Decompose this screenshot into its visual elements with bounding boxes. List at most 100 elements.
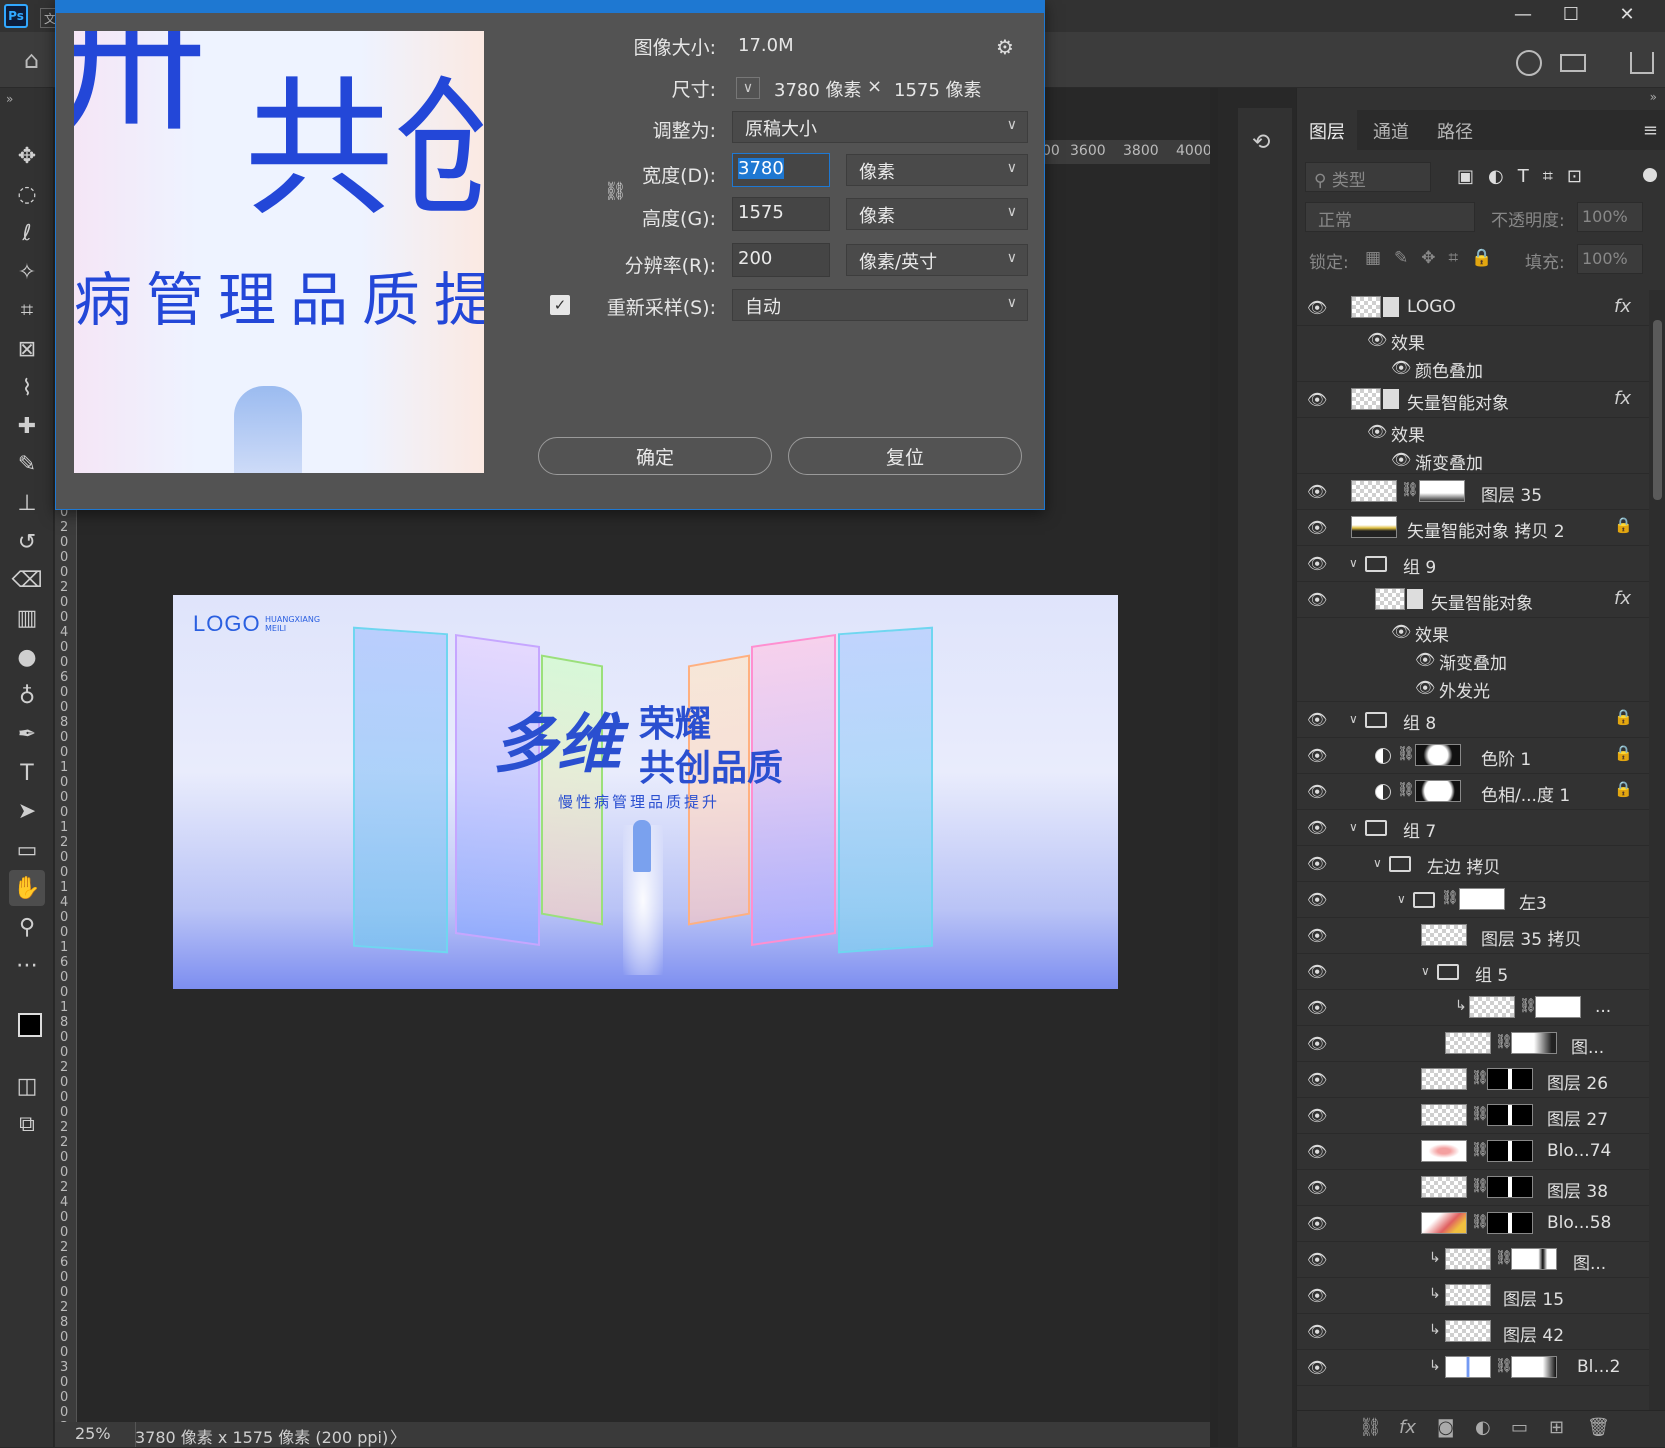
layer-name[interactable]: 图层 27 [1547,1105,1608,1130]
visibility-eye-icon[interactable]: 👁 [1391,358,1413,377]
dimensions-chevron-icon[interactable]: ∨ [736,77,760,99]
adjustment-icon[interactable]: ◐ [1475,1417,1491,1438]
layer-effect-row[interactable]: 👁 渐变叠加 [1297,646,1649,674]
layer-mask-thumbnail[interactable] [1487,1176,1533,1198]
layer-name[interactable]: Blo...58 [1547,1213,1611,1233]
panel-menu-icon[interactable]: ≡ [1643,120,1658,141]
visibility-eye-icon[interactable]: 👁 [1307,482,1329,501]
layer-effect-row[interactable]: 👁 渐变叠加 [1297,446,1649,474]
width-unit-select[interactable]: 像素 ∨ [846,154,1028,186]
fx-icon[interactable]: fx [1614,388,1631,409]
layer-name[interactable]: 图层 38 [1547,1177,1608,1202]
fit-to-select[interactable]: 原稿大小 ∨ [732,111,1028,143]
layer-row[interactable]: 👁 ⛓ 图层 26 [1297,1062,1649,1098]
height-unit-select[interactable]: 像素 ∨ [846,198,1028,230]
layer-name[interactable]: 矢量智能对象 [1407,389,1509,414]
layer-mask-thumbnail[interactable] [1535,996,1581,1018]
maximize-button[interactable]: ☐ [1545,0,1597,28]
visibility-eye-icon[interactable]: 👁 [1391,450,1413,469]
layer-name[interactable]: 矢量智能对象 拷贝 2 [1407,517,1565,542]
trash-icon[interactable]: 🗑 [1587,1417,1610,1438]
brush-tool-icon[interactable]: ✎ [9,446,45,482]
chevron-down-icon[interactable]: ∨ [1397,892,1406,906]
close-button[interactable]: ✕ [1601,0,1653,28]
visibility-eye-icon[interactable]: 👁 [1307,1250,1329,1269]
mask-icon[interactable]: ◙ [1437,1417,1454,1438]
height-input[interactable]: 1575 [732,197,830,231]
tab-paths[interactable]: 路径 [1425,110,1485,150]
move-tool-icon[interactable]: ✥ [9,138,45,174]
layer-effect-row[interactable]: 👁 效果 [1297,418,1649,446]
visibility-eye-icon[interactable]: 👁 [1307,390,1329,409]
layer-name[interactable]: 图层 15 [1503,1285,1564,1310]
layer-mask-thumbnail[interactable] [1511,1248,1557,1270]
layer-list-scrollbar[interactable] [1649,290,1665,1410]
layer-mask-thumbnail[interactable] [1511,1356,1557,1378]
layer-name[interactable]: 矢量智能对象 [1431,589,1533,614]
layer-name[interactable]: ... [1595,997,1611,1017]
visibility-eye-icon[interactable]: 👁 [1415,650,1437,669]
lock-icons[interactable]: ▦✎✥⌗🔒 [1365,248,1505,268]
resolution-input[interactable]: 200 [732,243,830,277]
layer-row[interactable]: 👁 ↳ ⛓ Bl...2 [1297,1350,1649,1386]
workspace-icon[interactable] [1560,54,1586,72]
visibility-eye-icon[interactable]: 👁 [1307,1106,1329,1125]
home-icon[interactable]: ⌂ [24,46,54,74]
hand-tool-icon[interactable]: ✋ [9,870,45,906]
visibility-eye-icon[interactable]: 👁 [1307,298,1329,317]
share-icon[interactable] [1630,52,1654,74]
layer-mask-thumbnail[interactable] [1487,1104,1533,1126]
layer-group-row[interactable]: 👁 ∨ 左边 拷贝 [1297,846,1649,882]
dialog-titlebar[interactable] [56,1,1044,13]
layer-mask-thumbnail[interactable] [1419,480,1465,502]
layer-name[interactable]: 左3 [1519,889,1547,914]
layer-name[interactable]: 色阶 1 [1481,745,1531,770]
chevron-down-icon[interactable]: ∨ [1373,856,1382,870]
layer-row[interactable]: 👁 ⛓ 色相/...度 1 🔒 [1297,774,1649,810]
visibility-eye-icon[interactable]: 👁 [1307,926,1329,945]
layer-name[interactable]: 图层 35 拷贝 [1481,925,1581,950]
marquee-tool-icon[interactable]: ◌ [9,176,45,212]
zoom-level[interactable]: 25% [75,1424,111,1443]
layer-effect-row[interactable]: 👁 外发光 [1297,674,1649,702]
layer-name[interactable]: 色相/...度 1 [1481,781,1570,806]
frame-tool-icon[interactable]: ⊠ [9,331,45,367]
visibility-eye-icon[interactable]: 👁 [1307,1286,1329,1305]
visibility-eye-icon[interactable]: 👁 [1367,422,1389,441]
layer-effect-row[interactable]: 👁 效果 [1297,618,1649,646]
collapse-icon[interactable]: » [6,92,13,106]
pen-tool-icon[interactable]: ✒ [9,716,45,752]
magic-wand-icon[interactable]: ✧ [9,254,45,290]
search-icon[interactable] [1516,50,1542,76]
visibility-eye-icon[interactable]: 👁 [1307,1178,1329,1197]
ok-button[interactable]: 确定 [538,437,772,475]
visibility-eye-icon[interactable]: 👁 [1307,746,1329,765]
constrain-proportions-link-icon[interactable]: ⛓ [604,181,627,202]
path-select-icon[interactable]: ➤ [9,793,45,829]
resample-select[interactable]: 自动 ∨ [732,289,1028,321]
dodge-tool-icon[interactable]: ♁ [9,678,45,714]
stamp-tool-icon[interactable]: ⊥ [9,485,45,521]
layer-row[interactable]: 👁 ⛓ Blo...74 [1297,1134,1649,1170]
visibility-eye-icon[interactable]: 👁 [1307,1214,1329,1233]
layer-name[interactable]: 图层 35 [1481,481,1542,506]
layer-row[interactable]: 👁 矢量智能对象 拷贝 2 🔒 [1297,510,1649,546]
layer-row[interactable]: 👁 LOGO fx [1297,290,1649,326]
fx-icon[interactable]: fx [1614,296,1631,317]
visibility-eye-icon[interactable]: 👁 [1307,1358,1329,1377]
layer-filter-select[interactable]: ⚲ 类型 [1305,162,1431,192]
layer-row[interactable]: 👁 图层 35 拷贝 [1297,918,1649,954]
layer-group-row[interactable]: 👁 ∨ 组 8 🔒 [1297,702,1649,738]
visibility-eye-icon[interactable]: 👁 [1307,962,1329,981]
layer-name[interactable]: 图层 26 [1547,1069,1608,1094]
layer-row[interactable]: 👁 ⛓ 图... [1297,1026,1649,1062]
layer-mask-thumbnail[interactable] [1487,1140,1533,1162]
layer-name[interactable]: Blo...74 [1547,1141,1611,1161]
layer-row[interactable]: 👁 ↳ ⛓ 图... [1297,1242,1649,1278]
filter-toggle-icon[interactable] [1643,168,1657,182]
blur-tool-icon[interactable]: ● [9,639,45,675]
blend-mode-select[interactable]: 正常 [1305,202,1475,232]
layer-row[interactable]: 👁 矢量智能对象 fx [1297,382,1649,418]
layer-mask-thumbnail[interactable] [1415,744,1461,766]
layer-mask-thumbnail[interactable] [1459,888,1505,910]
